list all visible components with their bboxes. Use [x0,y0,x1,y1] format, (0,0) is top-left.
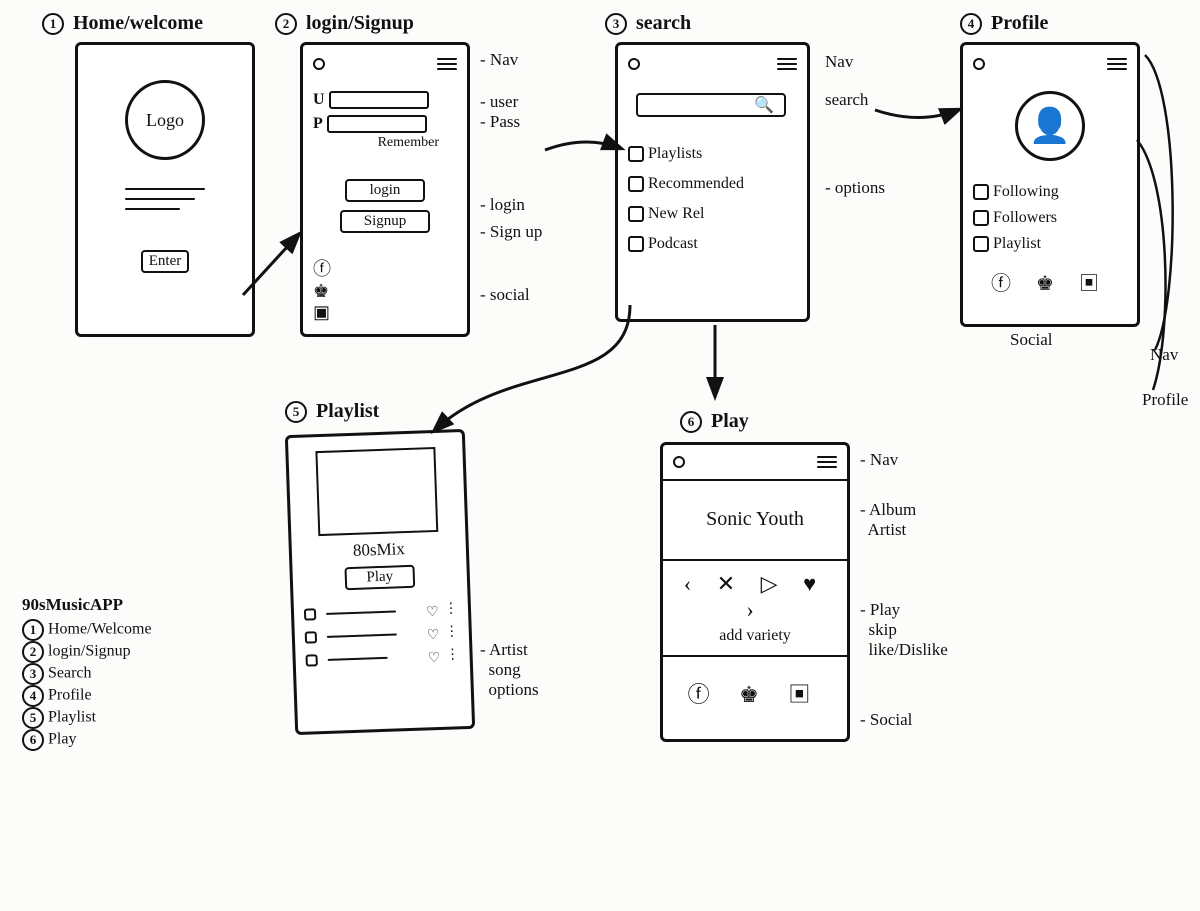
profile-header: 4 Profile [960,12,1048,35]
playlist-header: 5 Playlist [285,400,379,423]
ann-user: - user [480,92,518,112]
search-icon: 🔍 [754,97,774,114]
transport-controls[interactable]: ‹ ✕ ▷ ♥ › [673,571,837,623]
legend-box: 90sMusicAPP 1Home/Welcome 2login/Signup … [22,595,222,751]
social-icons[interactable]: ⓕ ♚ ▣ [663,657,847,709]
more-icon[interactable]: ⋮ [444,600,459,617]
more-icon[interactable]: ⋮ [444,623,459,640]
track-row[interactable]: ⋮ [305,646,459,668]
hamburger-icon[interactable] [817,453,837,471]
login-header: 2 login/Signup [275,12,414,35]
ann-nav: - Nav [860,450,898,470]
ann-pass: - Pass [480,112,520,132]
hamburger-icon[interactable] [437,55,457,73]
ann-signup: - Sign up [480,222,542,242]
now-playing-artist: Sonic Youth [663,479,847,561]
home-screen: Logo Enter [75,42,255,337]
remember-label[interactable]: Remember [313,135,439,151]
legend-item: 6Play [22,729,222,751]
logo-circle: Logo [125,80,205,160]
legend-item: 3Search [22,663,222,685]
search-option[interactable]: New Rel [628,199,797,229]
heart-icon[interactable] [426,603,438,615]
ann-profile: Profile [1142,390,1188,410]
arrow-search-profile [870,95,965,135]
playlist-screen: 80sMix Play ⋮ ⋮ ⋮ [285,429,475,735]
ann-search: search [825,90,868,110]
signup-button[interactable]: Signup [340,210,430,233]
track-row[interactable]: ⋮ [304,600,458,622]
user-label: U [313,91,325,108]
search-input[interactable]: 🔍 [636,93,786,117]
avatar-icon: 👤 [1015,91,1085,161]
profile-option[interactable]: Following [973,179,1127,205]
brand-dot-icon [313,58,325,70]
ann-social: Social [1010,330,1053,350]
brand-dot-icon [628,58,640,70]
enter-button[interactable]: Enter [141,250,189,273]
playlist-name: 80sMix [302,537,457,562]
ann-social: - social [480,285,530,305]
brand-dot-icon [673,456,685,468]
ann-login: - login [480,195,525,215]
ann-options: - options [825,178,885,198]
hamburger-icon[interactable] [1107,55,1127,73]
more-icon[interactable]: ⋮ [445,646,460,663]
prev-icon[interactable]: ‹ [684,571,701,596]
legend-title: 90sMusicAPP [22,595,222,615]
social-icons[interactable]: ⓕ♚▣ [313,255,457,323]
login-button[interactable]: login [345,179,425,202]
username-input[interactable] [329,91,429,109]
track-row[interactable]: ⋮ [305,623,459,645]
ann-nav: Nav [825,52,853,72]
profile-screen: 👤 Following Followers Playlist ⓕ ♚ ▣ [960,42,1140,327]
search-option[interactable]: Playlists [628,139,797,169]
ann-nav: - Nav [480,50,518,70]
ann-playlist: - Artist song options [480,640,539,700]
dislike-icon[interactable]: ✕ [717,571,745,596]
ann-social: - Social [860,710,912,730]
play-button[interactable]: Play [344,565,415,590]
ann-album: - Album Artist [860,500,916,540]
legend-item: 1Home/Welcome [22,619,222,641]
search-screen: 🔍 Playlists Recommended New Rel Podcast [615,42,810,322]
home-header: 1 Home/welcome [42,12,203,35]
legend-item: 2login/Signup [22,641,222,663]
play-header: 6 Play [680,410,749,433]
ann-controls: - Play skip like/Dislike [860,600,948,660]
ann-nav: Nav [1150,345,1178,365]
profile-option[interactable]: Playlist [973,231,1127,257]
password-input[interactable] [327,115,427,133]
arrow-search-play [690,320,740,410]
legend-item: 5Playlist [22,707,222,729]
profile-option[interactable]: Followers [973,205,1127,231]
heart-icon[interactable] [427,649,439,661]
play-screen: Sonic Youth ‹ ✕ ▷ ♥ › add variety ⓕ ♚ ▣ [660,442,850,742]
search-option[interactable]: Recommended [628,169,797,199]
brand-dot-icon [973,58,985,70]
legend-item: 4Profile [22,685,222,707]
pass-label: P [313,115,323,132]
text-lines [125,188,205,210]
search-header: 3 search [605,12,691,35]
next-icon[interactable]: › [746,597,763,622]
social-icons[interactable]: ⓕ ♚ ▣ [973,267,1127,296]
search-option[interactable]: Podcast [628,229,797,259]
heart-icon[interactable] [427,626,439,638]
add-variety[interactable]: add variety [673,627,837,645]
login-screen: U P Remember login Signup ⓕ♚▣ [300,42,470,337]
hamburger-icon[interactable] [777,55,797,73]
play-icon[interactable]: ▷ [761,571,788,596]
album-art [315,447,438,536]
like-icon[interactable]: ♥ [803,571,826,596]
